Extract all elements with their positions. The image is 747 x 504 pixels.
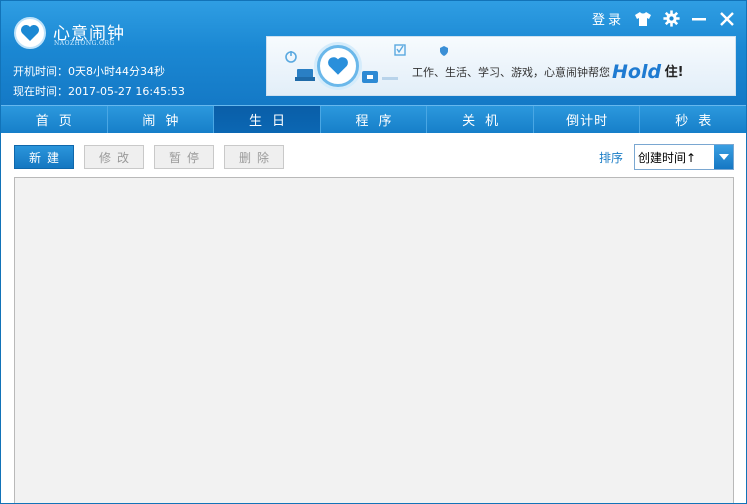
tab-stopwatch[interactable]: 秒表	[640, 106, 746, 133]
tab-alarm[interactable]: 闹钟	[108, 106, 215, 133]
uptime-text: 开机时间：0天8小时44分34秒	[13, 65, 165, 78]
banner-tail: 住!	[664, 65, 684, 80]
delete-button[interactable]: 删除	[224, 145, 284, 169]
close-icon[interactable]	[718, 10, 736, 28]
window-controls: 登录	[592, 9, 736, 28]
shield-icon	[440, 46, 448, 56]
banner-hold: Hold	[612, 61, 662, 83]
tab-home[interactable]: 首页	[1, 106, 108, 133]
tab-shutdown[interactable]: 关机	[427, 106, 534, 133]
tab-program[interactable]: 程序	[321, 106, 428, 133]
toolbar: 新建 修改 暂停 删除 排序 创建时间↑	[1, 133, 746, 177]
tab-birthday[interactable]: 生日	[214, 106, 321, 133]
main-tabs: 首页 闹钟 生日 程序 关机 倒计时 秒表	[1, 105, 746, 133]
birthday-list[interactable]	[14, 177, 734, 503]
banner-heart-icon	[317, 45, 359, 87]
edit-button[interactable]: 修改	[84, 145, 144, 169]
login-link[interactable]: 登录	[592, 9, 624, 28]
sort-select[interactable]: 创建时间↑	[634, 144, 734, 170]
minimize-icon[interactable]	[690, 10, 708, 28]
new-button[interactable]: 新建	[14, 145, 74, 169]
shirt-icon[interactable]	[634, 10, 652, 28]
promo-banner[interactable]: 工作、生活、学习、游戏，心意闹钟帮您 Hold 住!	[266, 36, 736, 96]
heart-icon	[21, 25, 39, 41]
chevron-down-icon[interactable]	[714, 145, 733, 169]
banner-slogan: 工作、生活、学习、游戏，心意闹钟帮您	[412, 66, 610, 79]
tab-countdown[interactable]: 倒计时	[534, 106, 641, 133]
current-time-text: 现在时间：2017-05-27 16:45:53	[13, 85, 185, 98]
header: 心意闹钟 NAOZHONG.ORG 开机时间：0天8小时44分34秒 现在时间：…	[1, 1, 746, 105]
sort-label: 排序	[599, 151, 624, 165]
pause-button[interactable]: 暂停	[154, 145, 214, 169]
app-subtitle: NAOZHONG.ORG	[54, 40, 115, 47]
gear-icon[interactable]	[662, 10, 680, 28]
banner-text: 工作、生活、学习、游戏，心意闹钟帮您 Hold 住!	[412, 61, 684, 83]
app-logo	[14, 17, 46, 49]
sort-value: 创建时间↑	[638, 150, 697, 165]
app-window: 心意闹钟 NAOZHONG.ORG 开机时间：0天8小时44分34秒 现在时间：…	[0, 0, 747, 504]
